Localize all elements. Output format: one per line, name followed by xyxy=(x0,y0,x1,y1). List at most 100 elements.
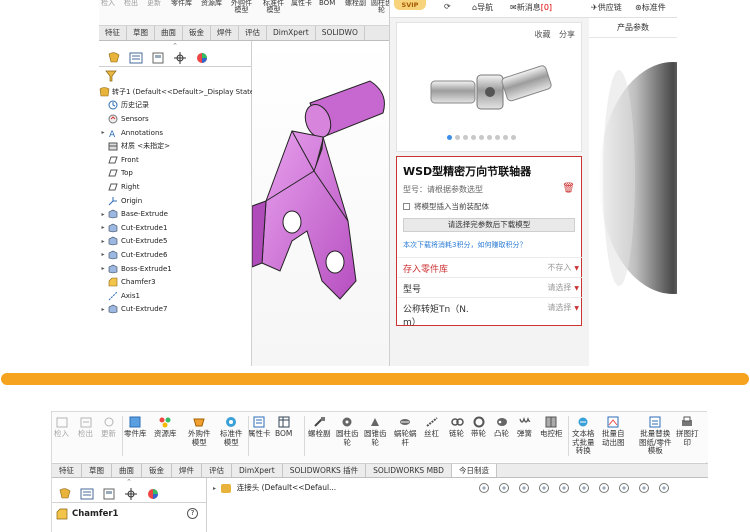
tree-item-5[interactable]: Front xyxy=(99,153,251,167)
download-model-button[interactable]: 请选择完参数后下载模型 xyxy=(403,218,575,232)
tab-0[interactable]: 特征 xyxy=(99,26,127,40)
bottom-tab-1[interactable]: 草图 xyxy=(82,464,112,477)
checkbox-box[interactable] xyxy=(403,203,410,210)
ribbon-bom-button[interactable]: BOM xyxy=(275,416,292,439)
carousel-dot-1[interactable] xyxy=(455,135,460,140)
carousel-dot-0[interactable] xyxy=(447,135,452,140)
bottom-tab-3[interactable]: 钣金 xyxy=(142,464,172,477)
bottom-tab-8[interactable]: SOLIDWORKS MBD xyxy=(366,464,452,477)
scene-icon[interactable] xyxy=(637,482,651,496)
ribbon-button-5[interactable]: 外购件 模型 xyxy=(231,0,252,16)
hide-show-icon[interactable] xyxy=(597,482,611,496)
ribbon-std-button[interactable]: 标准件 模型 xyxy=(220,416,243,447)
configuration-manager-icon[interactable] xyxy=(149,51,167,65)
tab-4[interactable]: 焊件 xyxy=(211,26,239,40)
ribbon-button-1[interactable]: 检出 xyxy=(124,0,138,16)
filter-icon[interactable] xyxy=(105,70,117,82)
expand-arrow-icon[interactable]: ▸ xyxy=(99,265,107,272)
expand-arrow-icon[interactable]: ▸ xyxy=(99,238,107,245)
standard-part-link[interactable]: ⊛标准件 xyxy=(635,2,666,13)
ribbon-worm-button[interactable]: 蜗轮蜗杆 xyxy=(394,416,417,447)
ribbon-purchase-button[interactable]: 外购件 模型 xyxy=(188,416,211,447)
bottom-tab-6[interactable]: DimXpert xyxy=(232,464,283,477)
bottom-configuration-manager-icon[interactable] xyxy=(100,487,118,501)
tab-3[interactable]: 钣金 xyxy=(183,26,211,40)
edit-appearance-icon[interactable] xyxy=(617,482,631,496)
bottom-property-manager-icon[interactable] xyxy=(78,487,96,501)
carousel-dot-8[interactable] xyxy=(511,135,516,140)
tree-item-15[interactable]: Axis1 xyxy=(99,289,251,303)
flyout-tree-item[interactable]: ▸ 连接头 (Default<<Defaul... xyxy=(213,482,336,493)
ribbon-check-in-button[interactable]: 检入 xyxy=(54,416,69,439)
tree-item-0[interactable]: 转子1 (Default<<Default>_Display State 1> xyxy=(99,85,267,99)
ribbon-belt-button[interactable]: 带轮 xyxy=(471,416,486,439)
param-select[interactable]: 请选择 ▼ xyxy=(547,282,579,293)
bottom-tab-9[interactable]: 今日制造 xyxy=(451,464,497,477)
tree-item-12[interactable]: ▸ Cut-Extrude6 xyxy=(99,248,251,262)
tree-item-6[interactable]: Top xyxy=(99,167,251,181)
share-link[interactable]: 分享 xyxy=(559,30,575,39)
tree-filter[interactable] xyxy=(99,67,251,85)
refresh-icon[interactable]: ⟳ xyxy=(444,2,451,11)
ribbon-chain-button[interactable]: 链轮 xyxy=(449,416,464,439)
ribbon-cabinet-button[interactable]: 电控柜 xyxy=(540,416,563,439)
param-row-2[interactable]: 公称转矩Tn（N. m） 请选择 ▼ xyxy=(397,297,583,328)
expand-arrow-icon[interactable]: ▸ xyxy=(99,224,107,231)
expand-arrow-icon[interactable]: ▸ xyxy=(99,251,107,258)
ribbon-gear1-button[interactable]: 圆柱齿轮 xyxy=(336,416,359,447)
supply-chain-link[interactable]: ✈供应链 xyxy=(591,2,622,13)
carousel-dot-3[interactable] xyxy=(471,135,476,140)
bottom-tab-4[interactable]: 焊件 xyxy=(172,464,202,477)
previous-view-icon[interactable] xyxy=(517,482,531,496)
bottom-tab-2[interactable]: 曲面 xyxy=(112,464,142,477)
carousel-dot-4[interactable] xyxy=(479,135,484,140)
bottom-tab-7[interactable]: SOLIDWORKS 插件 xyxy=(283,464,367,477)
bottom-tab-5[interactable]: 评估 xyxy=(202,464,232,477)
bottom-tab-0[interactable]: 特征 xyxy=(52,464,82,477)
ribbon-spring-button[interactable]: 弹簧 xyxy=(517,416,532,439)
view-orientation-icon[interactable] xyxy=(557,482,571,496)
ribbon-part-lib-button[interactable]: 零件库 xyxy=(124,416,147,439)
carousel-dot-6[interactable] xyxy=(495,135,500,140)
property-manager-icon[interactable] xyxy=(127,51,145,65)
ribbon-button-0[interactable]: 检入 xyxy=(101,0,115,16)
carousel-dot-2[interactable] xyxy=(463,135,468,140)
bottom-panel-grip[interactable]: ⌃ xyxy=(52,478,206,487)
bottom-display-manager-icon[interactable] xyxy=(144,487,162,501)
ribbon-button-6[interactable]: 标准件 模型 xyxy=(263,0,284,16)
ribbon-button-8[interactable]: BOM xyxy=(319,0,335,16)
tab-2[interactable]: 曲面 xyxy=(155,26,183,40)
delete-icon[interactable]: 🗑 xyxy=(562,183,575,194)
tree-item-14[interactable]: Chamfer3 xyxy=(99,275,251,289)
view-settings-icon[interactable] xyxy=(657,482,671,496)
tab-5[interactable]: 评估 xyxy=(239,26,267,40)
ribbon-button-9[interactable]: 螺栓副 xyxy=(345,0,366,16)
ribbon-check-out-button[interactable]: 检出 xyxy=(78,416,93,439)
ribbon-replace-button[interactable]: 批量替换 图纸/零件 模板 xyxy=(639,416,672,456)
ribbon-bolt-button[interactable]: 螺栓副 xyxy=(308,416,331,439)
zoom-fit-icon[interactable] xyxy=(477,482,491,496)
section-view-icon[interactable] xyxy=(537,482,551,496)
graphics-viewport[interactable] xyxy=(252,41,389,366)
tab-6[interactable]: DimXpert xyxy=(267,26,316,40)
ribbon-print-button[interactable]: 拼图打印 xyxy=(676,416,699,447)
expand-arrow-icon[interactable]: ▸ xyxy=(213,485,216,492)
expand-arrow-icon[interactable]: ▸ xyxy=(99,211,107,218)
favorite-link[interactable]: 收藏 xyxy=(534,30,550,39)
ribbon-update-button[interactable]: 更新 xyxy=(101,416,116,439)
param-select[interactable]: 不存入 ▼ xyxy=(547,262,579,273)
ribbon-button-3[interactable]: 零件库 xyxy=(171,0,192,16)
tab-product-params[interactable]: 产品参数 xyxy=(589,18,677,38)
ribbon-res-lib-button[interactable]: 资源库 xyxy=(154,416,177,439)
ribbon-screw-button[interactable]: 丝杠 xyxy=(424,416,439,439)
param-select[interactable]: 请选择 ▼ xyxy=(547,302,579,313)
tree-item-8[interactable]: Origin xyxy=(99,194,251,208)
ribbon-card-button[interactable]: 属性卡 xyxy=(248,416,271,439)
param-row-1[interactable]: 型号 请选择 ▼ xyxy=(397,277,583,297)
tree-item-2[interactable]: Sensors xyxy=(99,112,251,126)
bottom-dimxpert-icon[interactable] xyxy=(122,487,140,501)
ribbon-drawing-button[interactable]: 批量自 动出图 xyxy=(602,416,625,447)
svip-badge[interactable]: SVIP xyxy=(394,0,426,10)
panel-grip[interactable]: ⌃ xyxy=(99,41,251,51)
param-row-0[interactable]: 存入零件库 不存入 ▼ xyxy=(397,257,583,277)
